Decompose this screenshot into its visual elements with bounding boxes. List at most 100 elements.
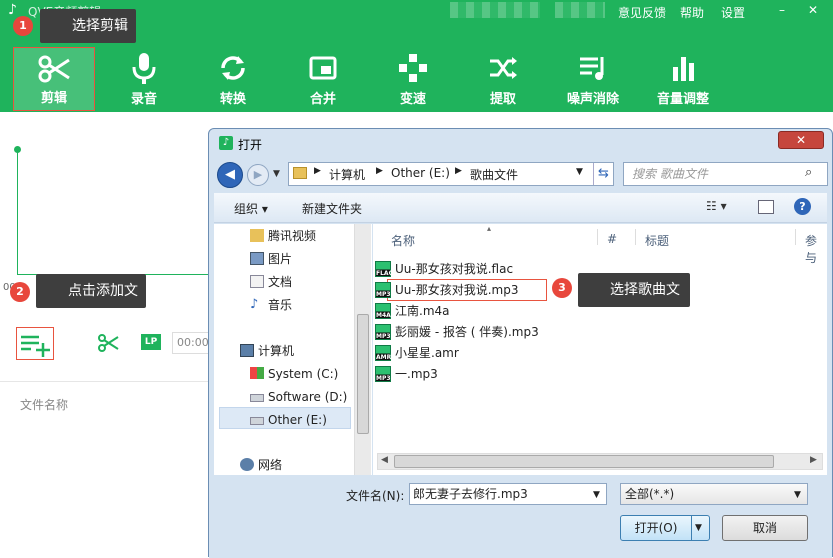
close-app-button[interactable]: ✕ [806,3,820,17]
organize-button[interactable]: 组织 ▾ [234,200,268,217]
refresh-icon: ⇆ [598,166,609,181]
lp-button[interactable]: LP [141,334,161,350]
callout-2: 点击添加文件 [36,274,146,333]
history-dropdown[interactable]: ▼ [273,169,280,179]
documents-icon [250,275,264,288]
callout-badge-3: 3 [552,278,572,298]
tool-cut-button[interactable]: 剪辑 [13,47,95,111]
blurred-region [450,2,540,18]
callout-text: 点击添加文件 [68,283,138,333]
nav-item-system-c[interactable]: System (C:) [250,365,339,383]
file-item[interactable]: MP3 Uu-那女孩对我说.mp3 [375,281,519,299]
nav-scrollbar[interactable] [354,224,371,475]
horizontal-scrollbar[interactable]: ◀ ▶ [377,453,823,470]
file-name: Uu-那女孩对我说.mp3 [395,283,519,297]
nav-item-other-e[interactable]: Other (E:) [250,411,327,429]
back-button[interactable]: ◀ [217,162,243,188]
chevron-down-icon[interactable]: ▼ [593,485,600,505]
tool-merge-button[interactable]: 合并 [279,47,367,111]
filename-label: 文件名(N): [346,489,405,503]
nav-item-label: 图片 [268,252,293,266]
nav-item-label: 计算机 [258,344,295,358]
folder-icon [293,167,307,179]
view-options-icon[interactable]: ☷ ▾ [706,199,727,213]
speed-icon [399,54,427,82]
tool-convert-button[interactable]: 转换 [189,47,277,111]
network-icon [240,458,254,471]
file-name: 一.mp3 [395,367,438,381]
audio-file-icon: MP3 [375,324,391,340]
cancel-button[interactable]: 取消 [722,515,808,541]
dialog-footer: 文件名(N): 郎无妻子去修行.mp3 ▼ 全部(*.*) ▼ 打开(O) ▼ … [209,475,832,558]
help-icon[interactable]: ? [794,198,811,215]
breadcrumb-drive[interactable]: Other (E:) [391,166,450,180]
settings-link[interactable]: 设置 [721,4,745,21]
dialog-toolbar: 组织 ▾ 新建文件夹 ☷ ▾ ? [214,193,827,223]
search-input[interactable]: 搜索 歌曲文件 [623,162,828,186]
file-item[interactable]: AMR 小星星.amr [375,344,459,362]
file-item[interactable]: MP3 一.mp3 [375,365,438,383]
tool-speed-button[interactable]: 变速 [369,47,457,111]
column-header-number[interactable]: # [607,232,617,246]
tool-noise-button[interactable]: 噪声消除 [549,47,637,111]
breadcrumb-computer[interactable]: 计算机 [329,166,365,183]
audio-file-icon: MP3 [375,366,391,382]
nav-item-label: 网络 [258,458,283,472]
scroll-right-icon[interactable]: ▶ [810,455,817,465]
file-item[interactable]: MP3 彭丽媛 - 报答 ( 伴奏).mp3 [375,323,539,341]
cut-tool-button[interactable] [97,332,119,357]
address-bar[interactable]: ▶ 计算机 ▶ Other (E:) ▶ 歌曲文件 ▼ [288,162,614,186]
callout-text: 选择剪辑 [72,18,128,34]
nav-item-documents[interactable]: 文档 [250,273,293,291]
arrow-left-icon: ◀ [225,167,235,182]
feedback-link[interactable]: 意见反馈 [618,4,666,21]
open-file-dialog: ♪ 打开 ✕ ◀ ▶ ▼ ▶ 计算机 ▶ Other (E:) ▶ 歌曲文件 ▼… [208,128,833,558]
dialog-app-icon: ♪ [219,136,233,150]
dialog-close-button[interactable]: ✕ [778,131,824,149]
h-scroll-thumb[interactable] [394,455,774,468]
nav-scroll-thumb[interactable] [357,314,369,434]
breadcrumb-folder[interactable]: 歌曲文件 [470,166,518,183]
refresh-button[interactable]: ⇆ [593,163,613,185]
scroll-left-icon[interactable]: ◀ [381,455,388,465]
nav-item-music[interactable]: ♪ 音乐 [250,296,292,314]
tool-label: 提取 [489,92,516,107]
preview-pane-icon[interactable] [758,200,774,214]
filename-input[interactable]: 郎无妻子去修行.mp3 ▼ [409,483,607,505]
tool-volume-button[interactable]: 音量调整 [639,47,727,111]
column-header-title[interactable]: 标题 [645,232,669,249]
nav-item-software-d[interactable]: Software (D:) [250,388,347,406]
volume-icon [673,57,694,81]
help-link[interactable]: 帮助 [680,4,704,21]
new-folder-button[interactable]: 新建文件夹 [302,200,362,217]
chevron-down-icon[interactable]: ▼ [695,516,702,540]
tool-extract-button[interactable]: 提取 [459,47,547,111]
dialog-title: 打开 [238,138,263,152]
audio-file-icon: FLAC [375,261,393,277]
open-button[interactable]: 打开(O) ▼ [620,515,710,541]
callout-1: 选择剪辑 [40,9,136,43]
blurred-region [555,2,605,18]
audio-file-icon: M4A [375,303,391,319]
minimize-button[interactable]: – [775,3,789,17]
column-header-artist[interactable]: 参与 [805,232,827,266]
address-dropdown-icon[interactable]: ▼ [576,167,583,177]
nav-item-label: System (C:) [268,367,339,381]
time-input[interactable]: 00:00 [172,332,212,354]
tool-record-button[interactable]: 录音 [100,47,188,111]
file-item[interactable]: M4A 江南.m4a [375,302,450,320]
file-type-select[interactable]: 全部(*.*) ▼ [620,483,808,505]
nav-item-label: 腾讯视频 [268,229,317,243]
nav-item-network[interactable]: 网络 [240,456,283,474]
convert-icon [221,56,245,80]
nav-item-label: 文档 [268,275,293,289]
file-item[interactable]: FLAC Uu-那女孩对我说.flac [375,260,513,278]
search-icon: ⌕ [805,165,813,180]
nav-item-computer[interactable]: 计算机 [240,342,295,360]
nav-item-tencent-video[interactable]: 腾讯视频 [250,227,317,245]
forward-button[interactable]: ▶ [247,164,269,186]
add-file-button[interactable] [16,327,54,360]
chevron-down-icon[interactable]: ▼ [794,485,801,505]
column-header-name[interactable]: 名称 [391,232,415,249]
nav-item-pictures[interactable]: 图片 [250,250,293,268]
